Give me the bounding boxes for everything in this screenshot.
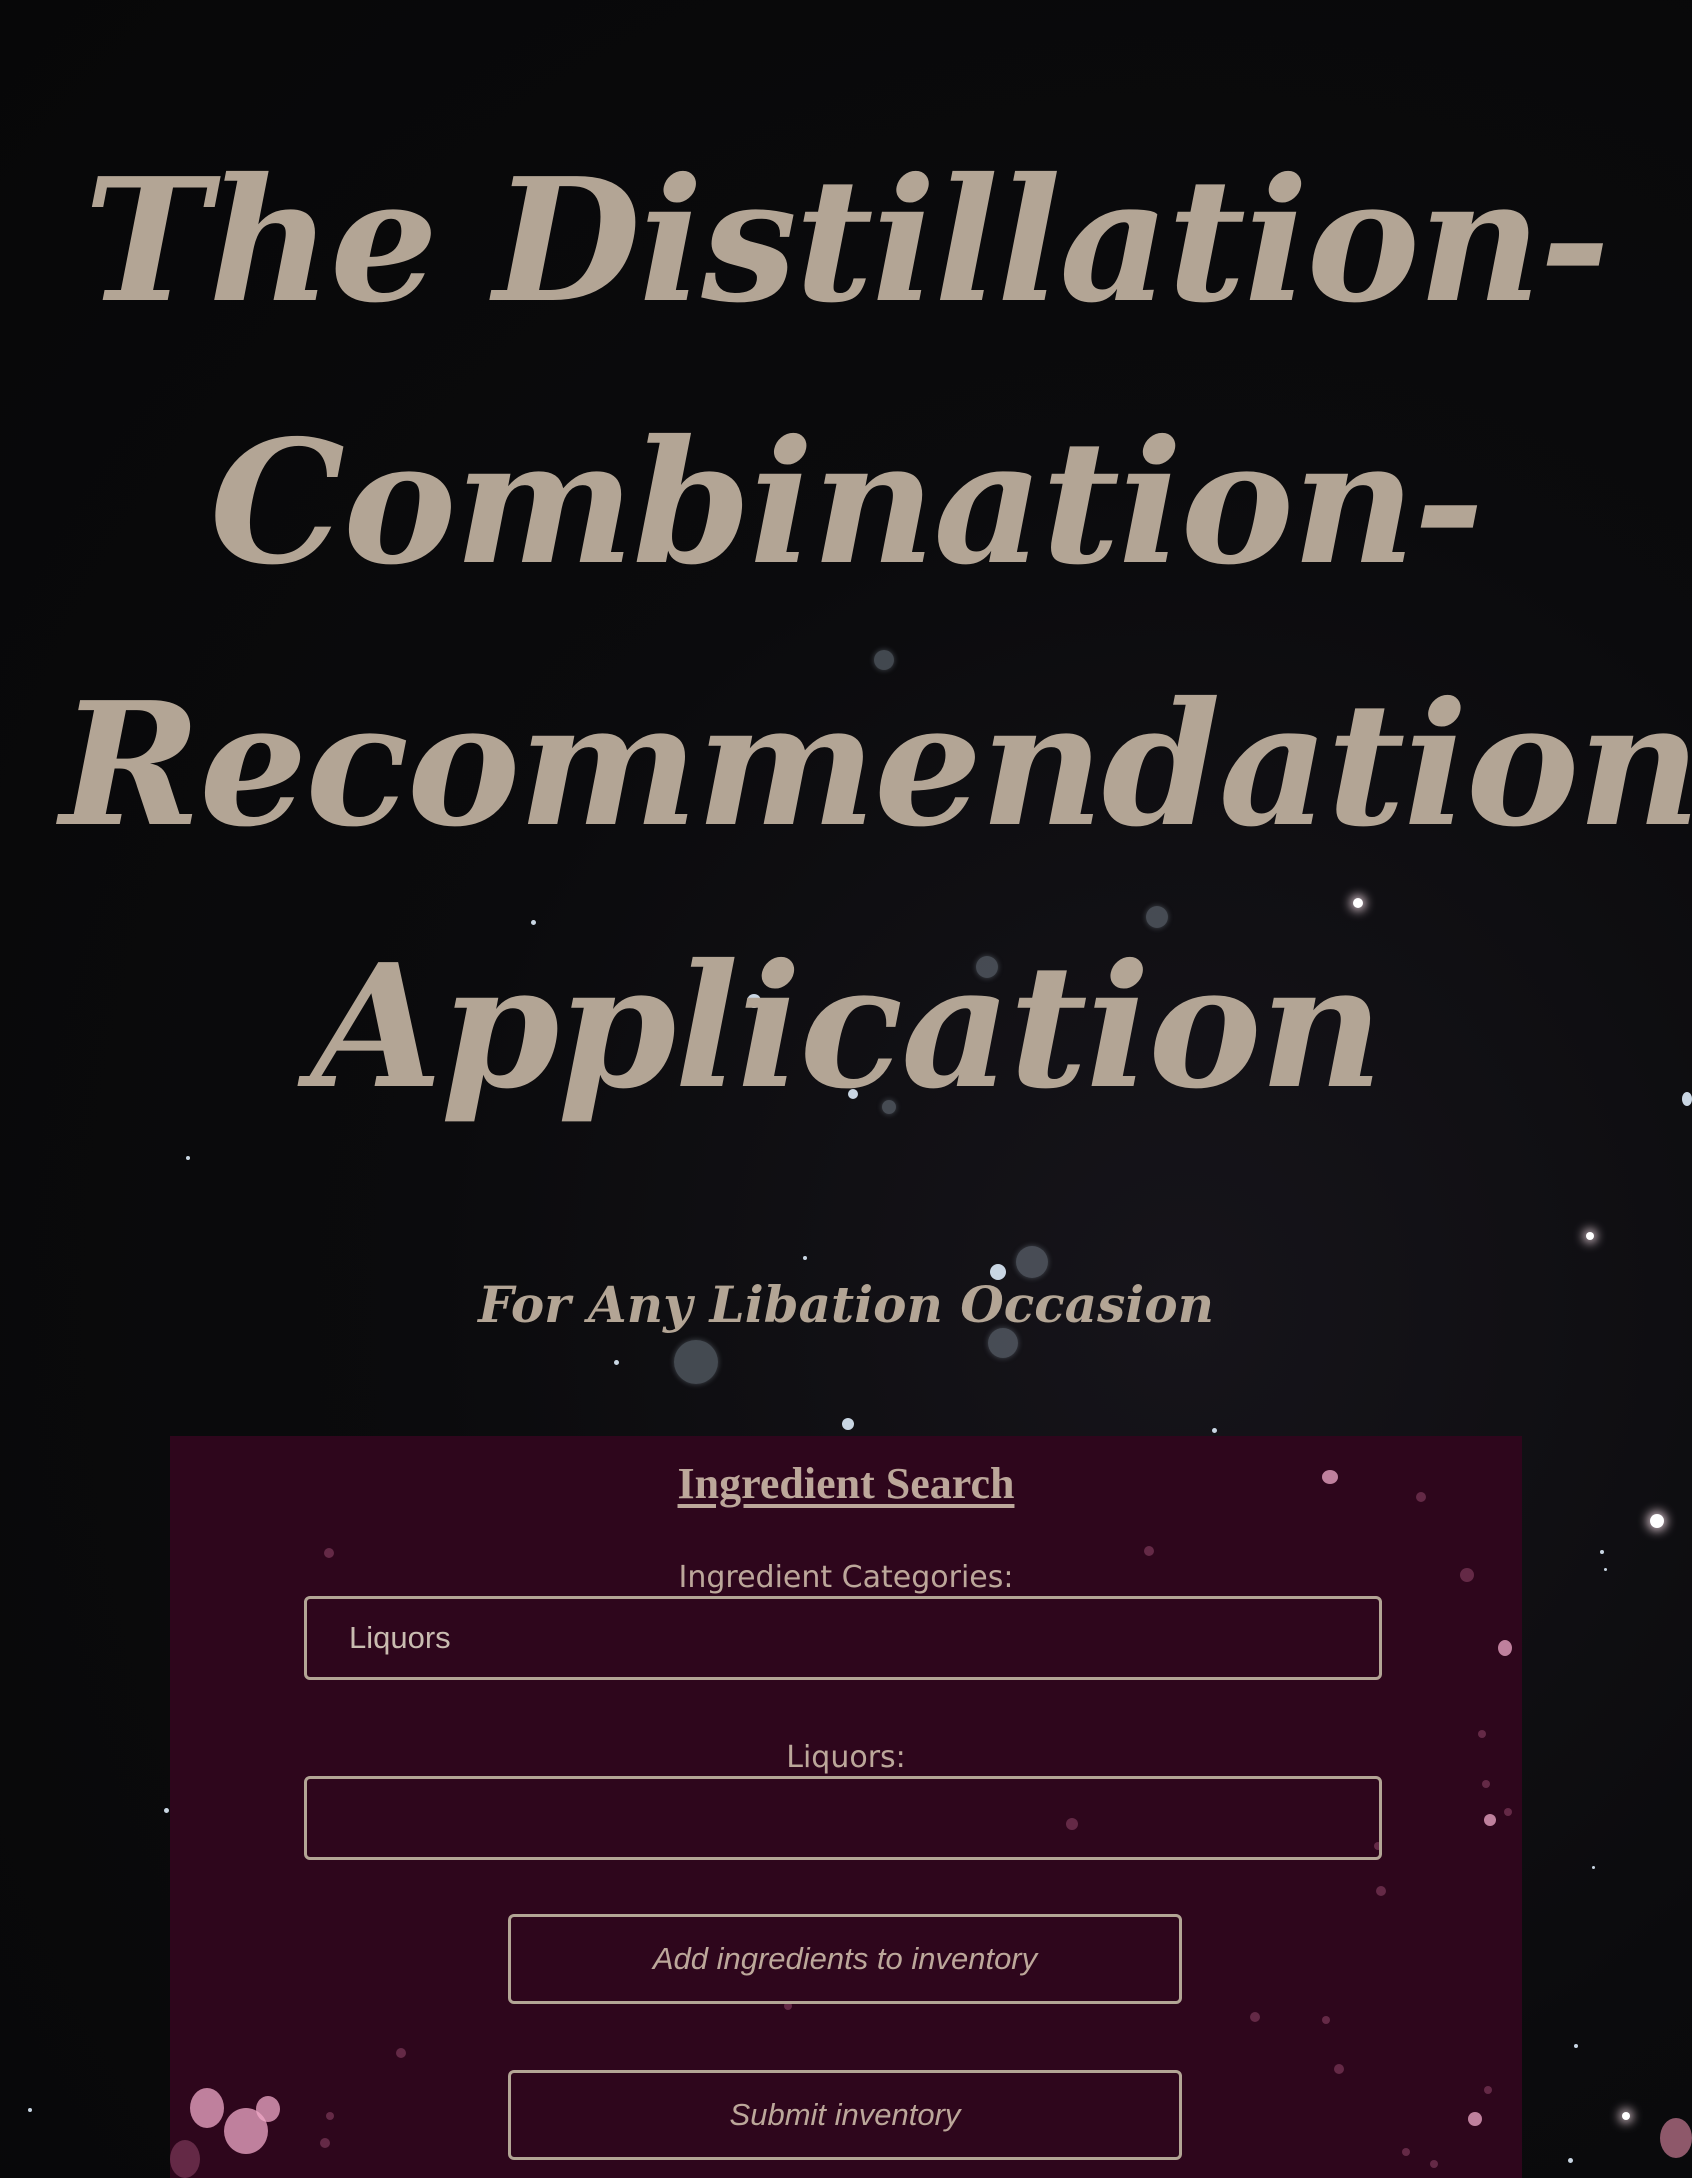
panel-speck (170, 2140, 200, 2178)
submit-inventory-button[interactable]: Submit inventory (508, 2070, 1182, 2160)
bokeh-dot (28, 2108, 32, 2112)
panel-speck (1376, 1886, 1386, 1896)
panel-speck (256, 2096, 280, 2122)
bokeh-dot (1600, 1550, 1604, 1554)
panel-speck (1468, 2112, 1482, 2126)
panel-speck (190, 2088, 224, 2128)
panel-speck (1504, 1808, 1512, 1816)
panel-speck (1322, 2016, 1330, 2024)
liquors-select[interactable] (304, 1776, 1382, 1860)
bokeh-dot (1682, 1092, 1692, 1106)
panel-speck (1478, 1730, 1486, 1738)
bokeh-dot (1650, 1514, 1664, 1528)
liquors-label: Liquors: (786, 1740, 906, 1775)
bokeh-dot (1592, 1866, 1595, 1869)
bokeh-dot (614, 1360, 619, 1365)
panel-speck (324, 1548, 334, 1558)
page-subtitle: For Any Libation Occasion (478, 1275, 1214, 1334)
ingredient-search-heading: Ingredient Search (677, 1459, 1015, 1508)
bokeh-dot (1604, 1568, 1607, 1571)
bokeh-dot (674, 1340, 718, 1384)
panel-speck (1484, 2086, 1492, 2094)
panel-speck (1482, 1780, 1490, 1788)
bokeh-dot (1660, 2118, 1692, 2158)
bokeh-dot (1622, 2112, 1630, 2120)
bokeh-dot (1568, 2158, 1573, 2163)
panel-speck (1144, 1546, 1154, 1556)
ingredient-categories-label: Ingredient Categories: (678, 1560, 1014, 1595)
panel-speck (1334, 2064, 1344, 2074)
bokeh-dot (1212, 1428, 1217, 1433)
panel-speck (1430, 2160, 1438, 2168)
page-title: The Distillation-Combination-Recommendat… (60, 141, 1692, 1127)
panel-speck (396, 2048, 406, 2058)
panel-speck (1250, 2012, 1260, 2022)
panel-speck (326, 2112, 334, 2120)
bokeh-dot (1574, 2044, 1578, 2048)
panel-speck (320, 2138, 330, 2148)
bokeh-dot (842, 1418, 854, 1430)
add-ingredients-button[interactable]: Add ingredients to inventory (508, 1914, 1182, 2004)
bokeh-dot (1586, 1232, 1594, 1240)
panel-speck (1484, 1814, 1496, 1826)
ingredient-search-panel: Ingredient Search Ingredient Categories:… (170, 1436, 1522, 2178)
bokeh-dot (803, 1256, 807, 1260)
bokeh-dot (164, 1808, 169, 1813)
panel-speck (1498, 1640, 1512, 1656)
panel-speck (1402, 2148, 1410, 2156)
ingredient-categories-select[interactable]: Liquors (304, 1596, 1382, 1680)
